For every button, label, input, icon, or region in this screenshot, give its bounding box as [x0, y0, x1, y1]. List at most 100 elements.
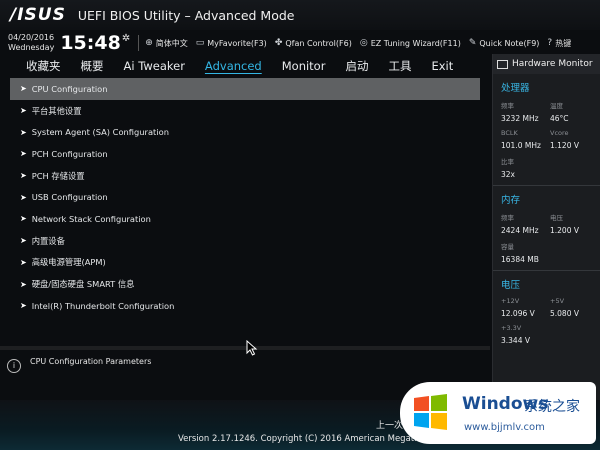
menu-item-system-agent[interactable]: ➤ System Agent (SA) Configuration — [10, 121, 480, 143]
asus-logo: /ISUS — [10, 5, 66, 25]
cpu-heading: 处理器 — [501, 83, 530, 94]
tab-exit[interactable]: Exit — [421, 59, 463, 73]
title-bar: /ISUS UEFI BIOS Utility – Advanced Mode — [0, 0, 600, 30]
menu-item-label: USB Configuration — [31, 192, 108, 203]
hotkeys-button[interactable]: ? 热键 — [547, 38, 571, 49]
help-divider — [0, 346, 490, 350]
menu-item-label: 硬盘/固态硬盘 SMART 信息 — [31, 279, 135, 290]
favorite-icon: ▭ — [195, 38, 205, 48]
menu-item-pch-configuration[interactable]: ➤ PCH Configuration — [10, 143, 480, 165]
memory-voltage-value: 1.200 V — [550, 226, 579, 235]
cpu-frequency: 频率 3232 MHz — [501, 100, 550, 123]
cpu-ratio-value: 32x — [501, 170, 515, 179]
arrow-right-icon: ➤ — [20, 171, 27, 181]
memory-frequency: 频率 2424 MHz — [501, 212, 550, 235]
voltage-12v-label: +12V — [501, 297, 520, 305]
mouse-cursor-icon — [246, 340, 258, 356]
voltage-5v: +5V 5.080 V — [550, 297, 599, 318]
menu-item-apm[interactable]: ➤ 高级电源管理(APM) — [10, 252, 480, 274]
last-modified-button[interactable]: 上一次 — [376, 418, 403, 431]
voltage-row-1: +12V 12.096 V +5V 5.080 V — [493, 297, 600, 318]
memory-frequency-value: 2424 MHz — [501, 226, 539, 235]
arrow-right-icon: ➤ — [20, 84, 27, 94]
hardware-monitor-title: Hardware Monitor — [493, 54, 600, 74]
memory-row-1: 频率 2424 MHz 电压 1.200 V — [493, 212, 600, 235]
menu-item-cpu-configuration[interactable]: ➤ CPU Configuration — [10, 78, 480, 100]
weekday: Wednesday — [8, 43, 55, 52]
tab-boot[interactable]: 启动 — [335, 58, 378, 74]
gear-icon[interactable]: ✲ — [122, 33, 130, 44]
tab-tool[interactable]: 工具 — [378, 58, 421, 74]
menu-item-smart-info[interactable]: ➤ 硬盘/固态硬盘 SMART 信息 — [10, 273, 480, 295]
menu-item-label: PCH Configuration — [31, 148, 108, 159]
arrow-right-icon: ➤ — [20, 236, 27, 246]
section-divider — [493, 270, 600, 271]
myfavorite-label: MyFavorite(F3) — [207, 38, 267, 48]
menu-item-label: CPU Configuration — [31, 83, 108, 94]
language-button[interactable]: ⊕ 简体中文 — [145, 38, 188, 49]
menu-item-pch-storage[interactable]: ➤ PCH 存储设置 — [10, 165, 480, 187]
arrow-right-icon: ➤ — [20, 149, 27, 159]
voltage-12v: +12V 12.096 V — [501, 297, 550, 318]
voltage-5v-value: 5.080 V — [550, 309, 579, 318]
tab-favorites[interactable]: 收藏夹 — [16, 58, 71, 74]
memory-capacity: 容量 16384 MB — [501, 241, 550, 264]
cpu-ratio: 比率 32x — [501, 156, 550, 179]
menu-item-network-stack[interactable]: ➤ Network Stack Configuration — [10, 208, 480, 230]
menu-item-usb-configuration[interactable]: ➤ USB Configuration — [10, 186, 480, 208]
separator — [138, 35, 140, 51]
advanced-menu-list: ➤ CPU Configuration ➤ 平台其他设置 ➤ System Ag… — [10, 78, 480, 340]
cpu-row-3: 比率 32x — [493, 156, 600, 179]
voltage-3v3: +3.3V 3.344 V — [501, 324, 550, 345]
cpu-row-2: BCLK 101.0 MHz Vcore 1.120 V — [493, 129, 600, 150]
cpu-row-1: 频率 3232 MHz 温度 46°C — [493, 100, 600, 123]
hardware-monitor-panel: Hardware Monitor 处理器 频率 3232 MHz 温度 46°C… — [492, 54, 600, 400]
menu-item-thunderbolt[interactable]: ➤ Intel(R) Thunderbolt Configuration — [10, 295, 480, 317]
arrow-right-icon: ➤ — [20, 214, 27, 224]
windows-logo-icon — [414, 394, 447, 430]
clock-time: 15:48 — [60, 32, 121, 54]
voltage-heading: 电压 — [501, 280, 521, 291]
arrow-right-icon: ➤ — [20, 127, 27, 137]
menu-item-label: System Agent (SA) Configuration — [31, 127, 169, 138]
arrow-right-icon: ➤ — [20, 106, 27, 116]
memory-frequency-label: 频率 — [501, 214, 514, 222]
cpu-temperature: 温度 46°C — [550, 100, 599, 123]
watermark-cn: 系统之家 — [524, 399, 580, 415]
myfavorite-button[interactable]: ▭ MyFavorite(F3) — [196, 38, 267, 48]
cpu-frequency-label: 频率 — [501, 102, 514, 110]
section-divider — [493, 185, 600, 186]
quick-note-button[interactable]: ✎ Quick Note(F9) — [469, 38, 540, 48]
voltage-3v3-value: 3.344 V — [501, 336, 530, 345]
voltage-row-2: +3.3V 3.344 V — [493, 324, 600, 345]
watermark: Windows 系统之家 www.bjjmlv.com — [400, 382, 596, 444]
ez-tuning-wizard-button[interactable]: ◎ EZ Tuning Wizard(F11) — [360, 38, 461, 48]
menu-item-label: PCH 存储设置 — [31, 170, 85, 181]
tab-monitor[interactable]: Monitor — [272, 59, 336, 73]
menu-item-label: Intel(R) Thunderbolt Configuration — [31, 300, 175, 311]
help-text: CPU Configuration Parameters — [30, 357, 152, 366]
arrow-right-icon: ➤ — [20, 192, 27, 202]
memory-capacity-label: 容量 — [501, 243, 514, 251]
monitor-icon — [497, 59, 508, 69]
watermark-url: www.bjjmlv.com — [464, 422, 545, 433]
cpu-vcore-label: Vcore — [550, 129, 569, 137]
qfan-control-button[interactable]: ✤ Qfan Control(F6) — [275, 38, 352, 48]
hotkeys-label: 热键 — [555, 38, 572, 48]
menu-item-label: 内置设备 — [31, 235, 65, 246]
ez-tuning-label: EZ Tuning Wizard(F11) — [370, 38, 461, 48]
tab-main[interactable]: 概要 — [71, 58, 114, 74]
memory-voltage-label: 电压 — [550, 214, 563, 222]
arrow-right-icon: ➤ — [20, 279, 27, 289]
language-label: 简体中文 — [155, 38, 188, 48]
menu-item-onboard-devices[interactable]: ➤ 内置设备 — [10, 230, 480, 252]
wizard-icon: ◎ — [359, 38, 368, 48]
arrow-right-icon: ➤ — [20, 301, 27, 311]
arrow-right-icon: ➤ — [20, 257, 27, 267]
cpu-frequency-value: 3232 MHz — [501, 114, 539, 123]
tab-ai-tweaker[interactable]: Ai Tweaker — [114, 59, 195, 73]
memory-voltage: 电压 1.200 V — [550, 212, 599, 235]
tab-advanced[interactable]: Advanced — [195, 59, 272, 73]
menu-item-platform-misc[interactable]: ➤ 平台其他设置 — [10, 100, 480, 122]
menu-item-label: Network Stack Configuration — [31, 213, 151, 224]
